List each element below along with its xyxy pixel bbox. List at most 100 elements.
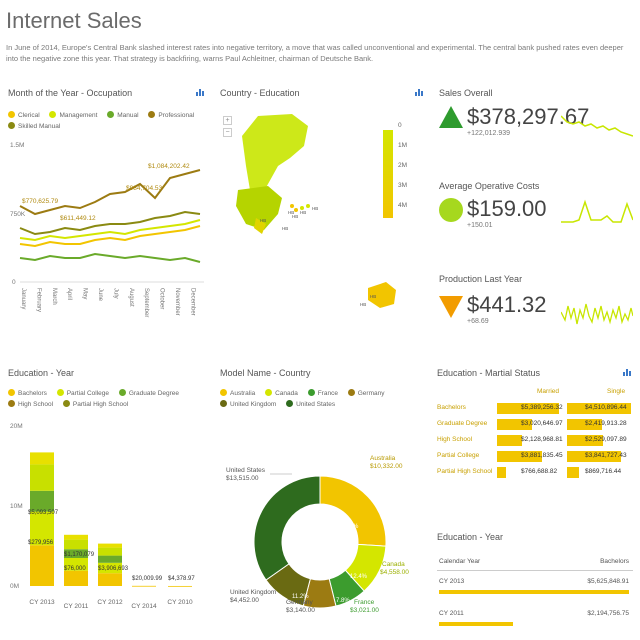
dashboard-description: In June of 2014, Europe's Central Bank s… [6, 43, 624, 63]
bar-segment[interactable] [98, 555, 122, 563]
callout-label: United Kingdom [230, 589, 276, 596]
edu-year-table-panel: Education - Year Calendar Year Bachelors… [437, 532, 633, 632]
kpi-label: Average Operative Costs [439, 181, 540, 191]
table-row[interactable]: Bachelors $5,389,256.32 $4,510,896.44 [437, 402, 633, 415]
single-bar [567, 467, 579, 478]
map-color-scale [383, 130, 393, 218]
callout-value: $3,140.00 [286, 607, 315, 614]
kpi-delta: +122,012.939 [467, 130, 511, 137]
legend-item[interactable]: Manual [107, 110, 139, 121]
legend-item[interactable]: Management [49, 110, 97, 121]
legend-item[interactable]: Professional [148, 110, 194, 121]
legend-item[interactable]: Canada [265, 388, 298, 399]
legend-item[interactable]: United Kingdom [220, 399, 276, 410]
sparkline [561, 303, 633, 325]
donut-slice[interactable] [253, 475, 321, 581]
circle-status-icon [439, 198, 463, 222]
legend-item[interactable]: Partial College [56, 388, 109, 399]
bar-segment[interactable] [64, 534, 88, 540]
kpi-value: $159.00 [467, 196, 547, 221]
y-tick: 20M [10, 423, 23, 430]
occupation-legend: Clerical Management Manual Professional … [8, 110, 208, 132]
single-value: $869,716.44 [585, 468, 622, 475]
x-tick-label: CY 2014 [131, 603, 157, 610]
x-tick-label: May [82, 288, 88, 299]
occupation-title: Month of the Year - Occupation [8, 88, 133, 98]
scale-label: 3M [398, 182, 408, 189]
kpi-panel: Sales Overall $378,297.67 +122,012.939 A… [437, 88, 637, 340]
y-tick: 10M [10, 503, 23, 510]
single-value: $2,419,913.28 [585, 420, 627, 427]
svg-text:HB: HB [300, 210, 306, 215]
married-value: $766,688.82 [521, 468, 558, 475]
legend-item[interactable]: Australia [220, 388, 255, 399]
table-row[interactable]: Partial College $3,881,835.45 $3,841,727.4… [437, 450, 633, 463]
y-tick: 1.5M [10, 142, 25, 149]
married-value: $3,020,646.97 [521, 420, 563, 427]
bar-segment[interactable] [30, 452, 54, 465]
dashboard-title: Internet Sales [6, 8, 142, 33]
x-tick-label: April [66, 288, 72, 300]
x-tick-label: CY 2012 [97, 599, 123, 606]
chart-settings-icon[interactable] [415, 88, 423, 96]
bar-segment[interactable] [30, 490, 54, 512]
married-bar [497, 467, 506, 478]
legend-item[interactable]: France [307, 388, 338, 399]
legend-item[interactable]: Germany [347, 388, 384, 399]
table-row[interactable]: Graduate Degree $3,020,646.97 $2,419,913.2… [437, 418, 633, 431]
table-row[interactable]: CY 2011 $2,194,756.75 [437, 608, 633, 628]
callout-value: $4,558.00 [380, 569, 409, 576]
x-tick-label: CY 2010 [167, 599, 193, 606]
model-country-title: Model Name - Country [220, 368, 311, 378]
legend-item[interactable]: Bachelors [8, 388, 47, 399]
marital-table: Bachelors $5,389,256.32 $4,510,896.44 Gradu… [437, 402, 633, 488]
bar-segment[interactable] [98, 547, 122, 556]
row-value: $5,625,848.91 [587, 578, 629, 585]
legend-item[interactable]: Clerical [8, 110, 40, 121]
donut-slice[interactable] [319, 475, 387, 547]
row-bar [439, 622, 513, 626]
x-tick-label: February [35, 288, 41, 312]
bar-segment[interactable] [168, 585, 192, 587]
bar-segment[interactable] [98, 573, 122, 586]
bar-segment[interactable] [30, 464, 54, 491]
bar-segment[interactable] [64, 539, 88, 550]
x-tick-label: March [51, 288, 57, 305]
scale-label: 2M [398, 162, 408, 169]
column-header: Bachelors [600, 558, 629, 565]
legend-item[interactable]: Skilled Manual [8, 121, 60, 132]
data-label: $279,956 [28, 540, 54, 546]
series-line-professional [19, 169, 201, 216]
x-tick-label: July [112, 288, 118, 299]
education-map-panel: Country - Education + − HB HB HB HB HB H… [220, 88, 425, 318]
legend-item[interactable]: Partial High School [62, 399, 128, 410]
row-year: CY 2013 [439, 578, 465, 585]
callout-label: Canada [382, 561, 405, 568]
world-map[interactable]: HB HB HB HB HB HB HB HB [220, 106, 425, 318]
bar-segment[interactable] [98, 543, 122, 548]
chart-settings-icon[interactable] [623, 368, 631, 376]
bar-segment[interactable] [132, 585, 156, 587]
svg-text:HB: HB [260, 218, 266, 223]
x-tick-label: June [97, 288, 103, 302]
map-region-canada[interactable] [242, 114, 308, 198]
sparkline [561, 115, 633, 137]
slice-label: 7.8% [336, 598, 350, 604]
legend-item[interactable]: United States [286, 399, 335, 410]
bar-segment[interactable] [30, 545, 54, 586]
map-title: Country - Education [220, 88, 300, 98]
table-row[interactable]: CY 2013 $5,625,848.91 [437, 576, 633, 596]
table-row[interactable]: High School $2,128,968.81 $2,529,097.89 [437, 434, 633, 447]
x-tick-label: CY 2013 [29, 599, 55, 606]
chart-settings-icon[interactable] [196, 88, 204, 96]
slice-label: 34.9% [282, 533, 301, 540]
bar-segment[interactable] [64, 570, 88, 586]
series-line-manual [19, 252, 201, 263]
table-row[interactable]: Partial High School $766,688.82 $869,716.4… [437, 466, 633, 479]
legend-item[interactable]: Graduate Degree [118, 388, 179, 399]
edu-year-table-title: Education - Year [437, 532, 504, 542]
legend-item[interactable]: High School [8, 399, 53, 410]
kpi-label: Sales Overall [439, 88, 493, 98]
education-year-chart: 20M 10M 0M $5,093,507 $279,956 $1,170,07… [10, 423, 195, 610]
kpi-delta: +150.01 [467, 222, 493, 229]
